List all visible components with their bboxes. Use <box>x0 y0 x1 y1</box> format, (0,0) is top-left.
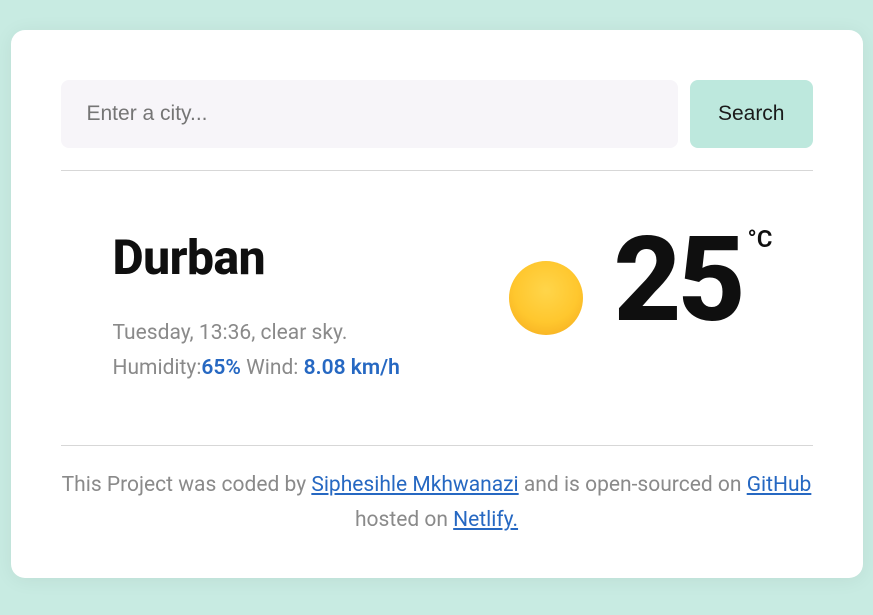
temperature-value: 25 <box>613 221 741 339</box>
city-name: Durban <box>113 229 400 286</box>
search-row: Search <box>61 80 813 148</box>
netlify-link[interactable]: Netlify. <box>453 508 518 532</box>
author-link[interactable]: Siphesihle Mkhwanazi <box>311 473 518 497</box>
humidity-wind-line: Humidity:65% Wind: 8.08 km/h <box>113 351 400 386</box>
weather-card: Search Durban Tuesday, 13:36, clear sky.… <box>11 30 863 578</box>
divider-bottom <box>61 445 813 446</box>
github-link[interactable]: GitHub <box>747 473 812 497</box>
wind-label: Wind: <box>241 356 304 380</box>
temperature-block: 25 °C <box>509 221 812 339</box>
footer-prefix: This Project was coded by <box>62 473 312 497</box>
city-search-input[interactable] <box>61 80 678 148</box>
search-button[interactable]: Search <box>690 80 813 148</box>
datetime-description: Tuesday, 13:36, clear sky. <box>113 316 400 351</box>
wind-value: 8.08 km/h <box>304 356 400 380</box>
footer-middle: and is open-sourced on <box>519 473 747 497</box>
sun-icon <box>509 261 583 335</box>
temperature-reading: 25 °C <box>613 221 772 339</box>
weather-details: Durban Tuesday, 13:36, clear sky. Humidi… <box>113 221 400 385</box>
humidity-label: Humidity: <box>113 356 202 380</box>
weather-icon-wrapper <box>509 221 583 335</box>
humidity-value: 65% <box>201 356 241 380</box>
footer-credit: This Project was coded by Siphesihle Mkh… <box>61 468 813 537</box>
temperature-unit: °C <box>748 225 773 253</box>
footer-hosted-prefix: hosted on <box>355 508 453 532</box>
weather-main: Durban Tuesday, 13:36, clear sky. Humidi… <box>61 171 813 445</box>
